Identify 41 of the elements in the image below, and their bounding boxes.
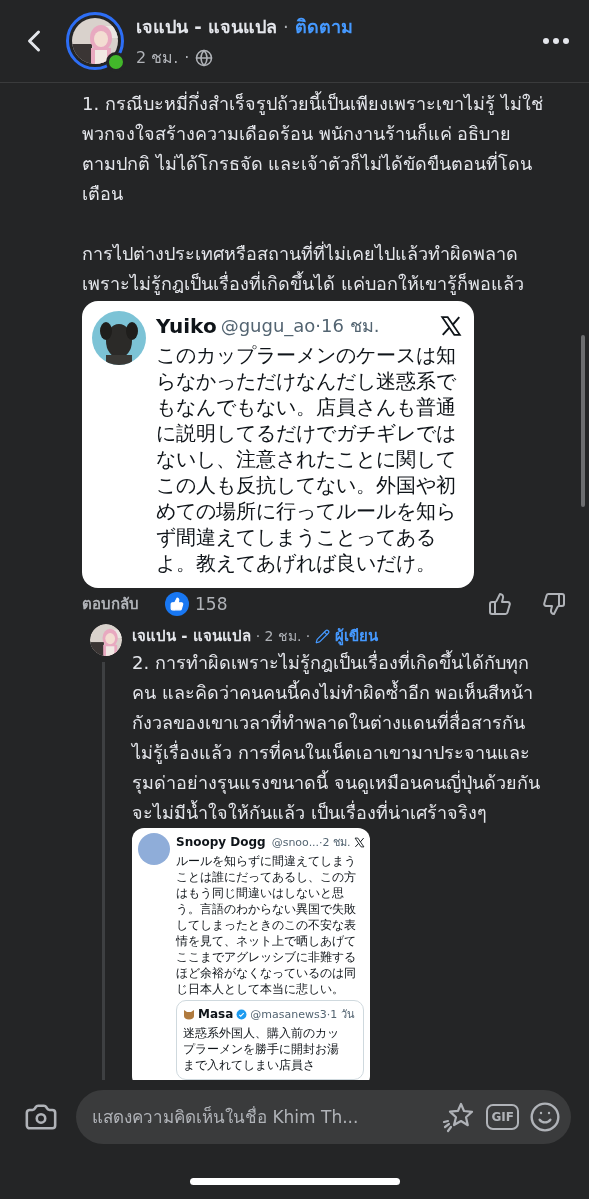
- more-icon: [543, 38, 569, 44]
- reply-link[interactable]: ตอบกลับ: [82, 592, 139, 616]
- like-reaction-icon: [165, 592, 189, 616]
- quote-handle: @masanews3·1 วัน: [250, 1007, 355, 1023]
- more-button[interactable]: [543, 38, 569, 44]
- cat-icon: [183, 1008, 195, 1020]
- separator-dot: ·: [283, 16, 289, 37]
- verified-icon: [236, 1008, 248, 1020]
- reply-time: · 2 ชม. ·: [255, 627, 311, 646]
- pencil-icon: [315, 628, 331, 644]
- thumbs-up-icon: [488, 592, 512, 616]
- comment-text: การไปต่างประเทศหรือสถานที่ที่ไม่เคยไปแล้วทำผิดพลาด เพราะไม่รู้กฎเป็นเรื่องที่เกิดขึ้นได้ แค่บอกให้เขารู้ก็พอแล้ว: [82, 240, 525, 297]
- tweet-text: ルールを知らずに間違えてしまうことは誰にだってあるし、この方はもう同じ間違いはしないと思う。言語のわからない異国で失敗してしまったときのこの不安な表情を見て、ネット上で晒しあげてここまでアグレッシブに非難するほど余裕がなくなっているのは同じ日本人として本当に悲しい。: [176, 853, 357, 997]
- smiley-icon: [529, 1101, 561, 1133]
- author-label: ผู้เขียน: [335, 626, 379, 648]
- tweet-handle: @snoo...·2 ชม.: [271, 835, 351, 851]
- reply-avatar[interactable]: [90, 624, 122, 656]
- gif-button[interactable]: GIF: [486, 1104, 519, 1130]
- quote-author: Masa: [198, 1007, 234, 1021]
- reply-text: 2. การทำผิดเพราะไม่รู้กฎเป็นเรื่องที่เกิดขึ้นได้กับทุก คน และคิดว่าคนคนนี้คงไม่ทำผิดซ้ำอีก พอเห็นสีหน้า กังวลของเขาเวลาที่ทำพลาดในต่างแดนที่สื่อสารกัน ไม่รู้เรื่องแล้ว การที่คนในเน็ตเอาเขามาประจานและ รุมด่าอย่างรุนแรงขนาดนี้ จนดูเหมือนคนญี่ปุ่นด้วยกัน จะไม่มีน้ำใจให้กันแล้ว เป็นเรื่องที่น่าเศร้าจริงๆ: [132, 649, 541, 825]
- quote-text: 迷惑系外国人、購入前のカップラーメンを勝手に開封お湯まで入れてしまい店員さ: [183, 1025, 340, 1073]
- like-count: 158: [195, 594, 228, 614]
- separator-dot: ·: [184, 48, 190, 67]
- dislike-button[interactable]: [542, 592, 566, 616]
- thumbs-down-icon: [542, 592, 566, 616]
- reply-author[interactable]: เจแปน - แจนแปล: [132, 624, 251, 648]
- author-name[interactable]: เจแปน - แจนแปล: [136, 12, 277, 41]
- follow-link[interactable]: ติดตาม: [294, 12, 353, 41]
- like-button[interactable]: [488, 592, 512, 616]
- post-time: 2 ชม.: [136, 47, 179, 69]
- emoji-button[interactable]: [529, 1101, 561, 1133]
- tweet-text: このカップラーメンのケースは知らなかっただけなんだし迷惑系でもなんでもない。店員さんも普通に説明してるだけでガチギレではないし、注意されたことに関してこの人も反抗してない。外国や初めての場所に行ってルールを知らず間違えてしまうことってあるよ。教えてあげれば良いだけ。: [156, 342, 457, 576]
- x-logo-icon: [440, 314, 462, 337]
- comment-text: 1. กรณีบะหมี่กึ่งสำเร็จรูปถ้วยนี้เป็นเพียงเพราะเขาไม่รู้ ไม่ใช่ พวกจงใจสร้างความเดือดร้อน พนักงานร้านก็แค่ อธิบาย ตามปกติ ไม่ได้โกรธจัด และเจ้าตัวก็ไม่ได้ขัดขืนตอนที่โดน เตือน: [82, 90, 544, 206]
- tweet-avatar: [138, 833, 170, 865]
- x-logo-icon: [353, 836, 365, 848]
- tweet-author: Snoopy Dogg: [176, 835, 266, 849]
- comment-field[interactable]: แสดงความคิดเห็นในชื่อ Khim Th... GIF: [76, 1090, 571, 1144]
- globe-icon: [195, 48, 214, 67]
- tweet-handle: @gugu_ao·16 ชม.: [220, 314, 380, 339]
- tweet-author: Yuiko: [156, 313, 217, 338]
